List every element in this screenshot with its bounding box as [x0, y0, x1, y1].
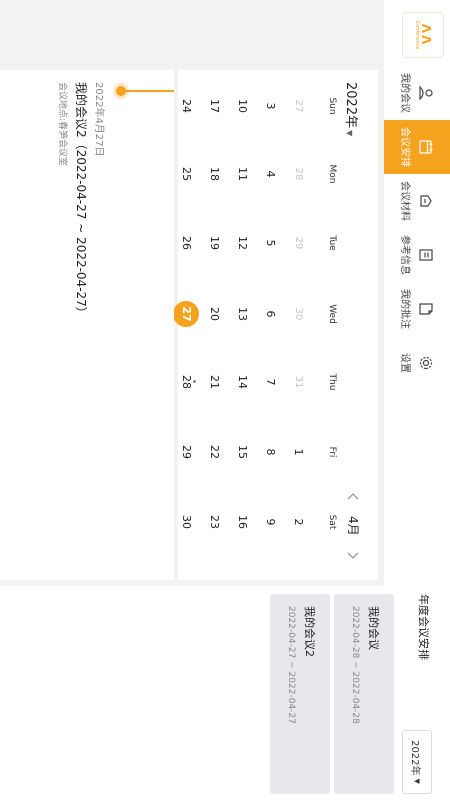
calendar-panel: 2022年▼ 4月 Sun Mon Tue Wed Thu Fri Sat 27 28 29 30…: [153, 70, 378, 580]
calendar-day[interactable]: 18: [201, 161, 227, 187]
calendar-day[interactable]: 22: [201, 439, 227, 465]
weekday-sun: Sun: [327, 97, 337, 115]
calendar-day-outside: 29: [293, 236, 304, 250]
calendar-day[interactable]: 27: [173, 301, 199, 327]
calendar-day[interactable]: 1: [285, 439, 311, 465]
nav-item-annotations[interactable]: 我的批注: [384, 282, 450, 336]
chevron-right-icon: [348, 552, 359, 559]
calendar-day[interactable]: 9: [257, 509, 283, 535]
materials-icon: [420, 195, 433, 207]
app-logo: ΛΛ Conference: [402, 12, 444, 58]
weekday-fri: Fri: [327, 446, 337, 458]
agenda-panel: 2022年4月27日 我的会议2（2022-04-27 ~ 2022-04-27…: [0, 70, 174, 580]
calendar-day[interactable]: 15: [229, 439, 255, 465]
calendar-day[interactable]: 30: [173, 509, 199, 535]
calendar-day-outside: 30: [293, 307, 304, 321]
nav-label: 我的批注: [399, 289, 411, 329]
annual-panel: 年度会议安排 2022年 ▼ 我的会议 2022-04-28 ~ 2022-04-…: [0, 586, 450, 800]
annual-title: 年度会议安排: [417, 594, 430, 660]
weekday-mon: Mon: [327, 164, 337, 184]
calendar-day[interactable]: 4: [257, 161, 283, 187]
reference-icon: [419, 249, 434, 261]
annual-year-select[interactable]: 2022年 ▼: [402, 730, 432, 794]
calendar-day[interactable]: 7: [257, 369, 283, 395]
meeting-icon: [419, 85, 434, 101]
calendar-day-outside: 27: [293, 99, 304, 113]
annual-meeting-card[interactable]: 我的会议 2022-04-28 ~ 2022-04-28: [334, 594, 394, 794]
month-navigator: 4月: [345, 486, 362, 566]
calendar-day[interactable]: 25: [173, 161, 199, 187]
calendar-day[interactable]: 12: [229, 230, 255, 256]
app-frame: ΛΛ Conference 我的会议 会议安排 会议材料 参考信息 我的批注 设…: [0, 0, 450, 800]
month-label: 4月: [346, 516, 360, 536]
calendar-day[interactable]: 5: [257, 230, 283, 256]
gear-icon: [420, 356, 433, 370]
next-month-button[interactable]: [346, 544, 362, 566]
prev-month-button[interactable]: [346, 486, 362, 508]
calendar-day[interactable]: 3: [257, 93, 283, 119]
caret-down-icon: ▼: [345, 130, 354, 137]
calendar-day[interactable]: 13: [229, 301, 255, 327]
annotation-icon: [419, 303, 434, 315]
schedule-icon: [419, 140, 433, 154]
nav-label: 会议材料: [399, 181, 411, 221]
nav-label: 设置: [399, 353, 411, 373]
weekday-sat: Sat: [327, 514, 337, 530]
calendar-day[interactable]: 21: [201, 369, 227, 395]
nav-label: 我的会议: [399, 73, 411, 113]
agenda-date: 2022年4月27日: [93, 82, 104, 157]
calendar-day[interactable]: 24: [173, 93, 199, 119]
calendar-day[interactable]: 23: [201, 509, 227, 535]
year-selector[interactable]: 2022年▼: [343, 82, 362, 136]
nav-item-reference[interactable]: 参考信息: [384, 228, 450, 282]
calendar-day[interactable]: 10: [229, 93, 255, 119]
nav-item-schedule[interactable]: 会议安排: [384, 120, 450, 174]
calendar-day-outside: 28: [293, 167, 304, 181]
weekday-wed: Wed: [327, 304, 337, 324]
calendar-day[interactable]: 11: [229, 161, 255, 187]
screen: ΛΛ Conference 我的会议 会议安排 会议材料 参考信息 我的批注 设…: [0, 0, 450, 800]
caret-down-icon: ▼: [413, 778, 421, 784]
calendar-day[interactable]: 29: [173, 439, 199, 465]
nav-item-my-meetings[interactable]: 我的会议: [384, 66, 450, 120]
nav-item-settings[interactable]: 设置: [384, 336, 450, 390]
nav-item-materials[interactable]: 会议材料: [384, 174, 450, 228]
calendar-day[interactable]: 14: [229, 369, 255, 395]
weekday-tue: Tue: [327, 235, 337, 251]
calendar-day[interactable]: 8: [257, 439, 283, 465]
calendar-day[interactable]: 28: [173, 369, 199, 395]
calendar-day[interactable]: 20: [201, 301, 227, 327]
calendar-day[interactable]: 17: [201, 93, 227, 119]
calendar-day[interactable]: 16: [229, 509, 255, 535]
agenda-location: 会议地点:春笋会议室: [57, 82, 67, 167]
calendar-day[interactable]: 26: [173, 230, 199, 256]
calendar-day-outside: 31: [293, 375, 304, 389]
event-dot: [193, 380, 196, 383]
chevron-left-icon: [348, 493, 359, 500]
timeline-line: [124, 90, 174, 92]
calendar-day[interactable]: 19: [201, 230, 227, 256]
nav-label: 参考信息: [399, 235, 411, 275]
calendar-day[interactable]: 2: [285, 509, 311, 535]
agenda-meeting-title[interactable]: 我的会议2（2022-04-27 ~ 2022-04-27）: [73, 82, 90, 319]
weekday-thu: Thu: [327, 373, 337, 391]
timeline-dot: [116, 86, 126, 96]
calendar-day[interactable]: 6: [257, 301, 283, 327]
nav-label: 会议安排: [399, 127, 411, 167]
annual-meeting-card[interactable]: 我的会议2 2022-04-27 ~ 2022-04-27: [270, 594, 330, 794]
